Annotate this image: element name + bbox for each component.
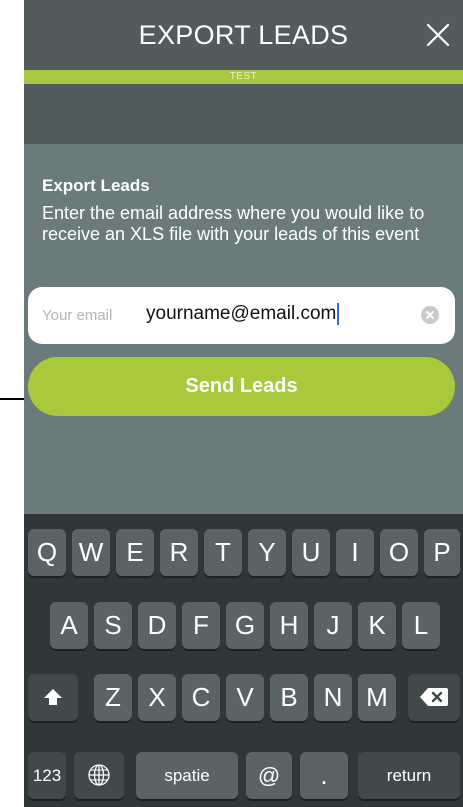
clear-input-button[interactable] (421, 306, 439, 324)
close-icon (426, 23, 450, 47)
key-m[interactable]: M (358, 674, 396, 721)
section-title: Export Leads (42, 176, 150, 195)
page-title: EXPORT LEADS (138, 20, 349, 50)
email-input-value: yourname@email.com (146, 303, 337, 324)
key-v[interactable]: V (226, 674, 264, 721)
key-q[interactable]: Q (28, 529, 66, 576)
key-s[interactable]: S (94, 602, 132, 649)
email-input[interactable]: yourname@email.com (146, 303, 340, 325)
clear-icon (426, 311, 434, 319)
key-d[interactable]: D (138, 602, 176, 649)
space-key[interactable]: spatie (136, 752, 238, 799)
app-screen: EXPORT LEADS TEST Export Leads Enter the… (24, 0, 463, 807)
key-g[interactable]: G (226, 602, 264, 649)
key-h[interactable]: H (270, 602, 308, 649)
header-bar: EXPORT LEADS (24, 0, 463, 70)
key-p[interactable]: P (424, 529, 460, 576)
backspace-icon (420, 688, 448, 706)
globe-key[interactable] (74, 752, 124, 799)
key-e[interactable]: E (116, 529, 154, 576)
numbers-key[interactable]: 123 (28, 752, 66, 799)
export-panel: Export Leads Enter the email address whe… (24, 144, 463, 514)
email-field[interactable]: Your email yourname@email.com (28, 287, 455, 344)
key-r[interactable]: R (160, 529, 198, 576)
environment-badge: TEST (24, 70, 463, 84)
send-leads-button[interactable]: Send Leads (28, 357, 455, 416)
globe-icon (88, 764, 110, 786)
key-w[interactable]: W (72, 529, 110, 576)
subheader-bar (24, 84, 463, 144)
key-a[interactable]: A (50, 602, 88, 649)
text-caret (337, 303, 340, 325)
key-l[interactable]: L (402, 602, 440, 649)
section-description: Enter the email address where you would … (42, 203, 425, 244)
shift-arrow-icon (44, 689, 62, 705)
key-i[interactable]: I (336, 529, 374, 576)
key-c[interactable]: C (182, 674, 220, 721)
at-key[interactable]: @ (246, 752, 292, 799)
key-b[interactable]: B (270, 674, 308, 721)
key-x[interactable]: X (138, 674, 176, 721)
key-z[interactable]: Z (94, 674, 132, 721)
backspace-key[interactable] (408, 674, 460, 721)
key-y[interactable]: Y (248, 529, 286, 576)
shift-key[interactable] (28, 674, 78, 721)
key-t[interactable]: T (204, 529, 242, 576)
close-button[interactable] (421, 18, 455, 52)
key-j[interactable]: J (314, 602, 352, 649)
key-u[interactable]: U (292, 529, 330, 576)
onscreen-keyboard: Q W E R T Y U I O P A S D F G H J K L Z … (24, 514, 463, 807)
key-f[interactable]: F (182, 602, 220, 649)
return-key[interactable]: return (358, 752, 460, 799)
dot-key[interactable]: . (300, 752, 348, 799)
email-field-label: Your email (42, 307, 113, 324)
key-o[interactable]: O (380, 529, 418, 576)
key-n[interactable]: N (314, 674, 352, 721)
key-k[interactable]: K (358, 602, 396, 649)
